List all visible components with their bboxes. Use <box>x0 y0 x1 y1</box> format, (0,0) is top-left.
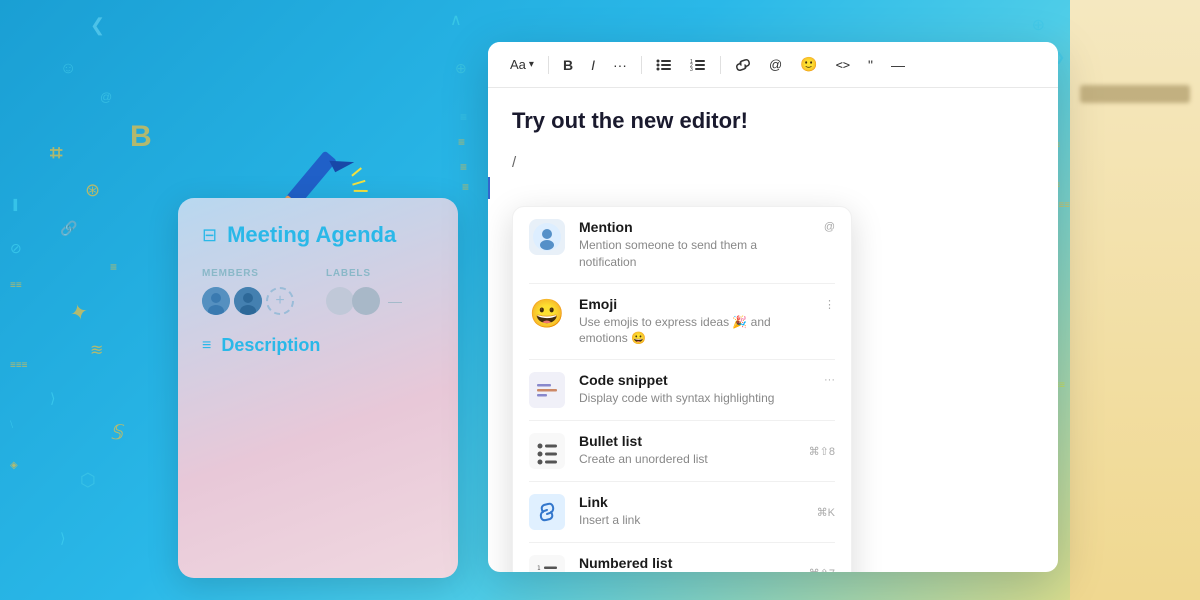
ordered-list-button[interactable]: 1 2 3 <box>684 54 712 76</box>
slash-dropdown: Mention Mention someone to send them a n… <box>512 206 852 572</box>
avatars-group: + <box>202 287 294 315</box>
at-icon: @ <box>769 57 782 72</box>
dropdown-item-code[interactable]: Code snippet Display code with syntax hi… <box>513 360 851 420</box>
code-item-text: Code snippet Display code with syntax hi… <box>579 372 810 407</box>
code-icon: <> <box>836 58 850 72</box>
meeting-header: ⊟ Meeting Agenda <box>202 222 434 248</box>
mention-title: Mention <box>579 219 810 235</box>
code-desc: Display code with syntax highlighting <box>579 390 810 407</box>
bullet-item-text: Bullet list Create an unordered list <box>579 433 795 468</box>
font-button[interactable]: Aa ▾ <box>504 53 540 76</box>
dropdown-item-mention[interactable]: Mention Mention someone to send them a n… <box>513 207 851 283</box>
mention-badge: @ <box>824 221 835 233</box>
emoji-title: Emoji <box>579 296 810 312</box>
labels-label: LABELS <box>326 268 402 279</box>
bold-button[interactable]: B <box>557 53 579 77</box>
description-icon: ≡ <box>202 337 211 355</box>
emoji-badge: ⋮ <box>824 298 835 311</box>
members-label: MEMBERS <box>202 268 294 279</box>
add-member-button[interactable]: + <box>266 287 294 315</box>
toolbar-separator-3 <box>720 56 721 74</box>
italic-button[interactable]: I <box>585 53 601 77</box>
bullet-item-icon <box>529 433 565 469</box>
bullet-shortcut: ⌘⇧8 <box>809 445 835 458</box>
label-2 <box>352 287 380 315</box>
code-item-icon <box>529 372 565 408</box>
description-row: ≡ Description <box>202 335 434 356</box>
svg-text:1: 1 <box>537 565 541 572</box>
code-badge: ··· <box>824 374 835 386</box>
dropdown-item-numbered[interactable]: 1 2 3 Numbered list Create an ordered li… <box>513 543 851 572</box>
numbered-title: Numbered list <box>579 555 795 571</box>
meeting-title: Meeting Agenda <box>227 222 396 248</box>
avatar-1 <box>202 287 230 315</box>
link-title: Link <box>579 494 803 510</box>
labels-group: — <box>326 287 402 315</box>
more-labels: — <box>388 293 402 309</box>
toolbar-separator-1 <box>548 56 549 74</box>
description-label: Description <box>221 335 320 356</box>
emoji-button[interactable]: 🙂 <box>794 52 823 77</box>
dropdown-item-link[interactable]: Link Insert a link ⌘K <box>513 482 851 542</box>
more-formatting-button[interactable]: ··· <box>607 53 633 77</box>
quote-icon: " <box>868 57 873 73</box>
members-section: MEMBERS + <box>202 268 294 315</box>
font-chevron-icon: ▾ <box>529 59 534 70</box>
font-label: Aa <box>510 57 526 72</box>
toolbar: Aa ▾ B I ··· 1 2 <box>488 42 1058 88</box>
editor-content[interactable]: Try out the new editor! / Mention Men <box>488 88 1058 195</box>
code-title: Code snippet <box>579 372 810 388</box>
mention-item-icon <box>529 219 565 255</box>
code-button[interactable]: <> <box>830 54 856 76</box>
svg-text:3: 3 <box>690 67 693 72</box>
mention-button[interactable]: @ <box>763 53 788 76</box>
emoji-item-icon: 😀 <box>529 296 565 332</box>
monitor-icon: ⊟ <box>202 225 217 246</box>
link-button[interactable] <box>729 54 757 76</box>
emoji-icon: 🙂 <box>800 56 817 73</box>
mention-item-text: Mention Mention someone to send them a n… <box>579 219 810 271</box>
label-1 <box>326 287 354 315</box>
numbered-item-icon: 1 2 3 <box>529 555 565 572</box>
bullet-desc: Create an unordered list <box>579 451 795 468</box>
unordered-list-button[interactable] <box>650 54 678 76</box>
emoji-item-text: Emoji Use emojis to express ideas 🎉 and … <box>579 296 810 348</box>
avatar-2 <box>234 287 262 315</box>
slash-command: / <box>512 150 1034 175</box>
numbered-item-text: Numbered list Create an ordered list <box>579 555 795 572</box>
blurred-text <box>1080 85 1190 103</box>
dropdown-item-emoji[interactable]: 😀 Emoji Use emojis to express ideas 🎉 an… <box>513 284 851 360</box>
labels-section: LABELS — <box>326 268 402 315</box>
link-item-icon <box>529 494 565 530</box>
meta-row: MEMBERS + <box>202 268 434 315</box>
toolbar-separator-2 <box>641 56 642 74</box>
numbered-shortcut: ⌘⇧7 <box>809 567 835 572</box>
bullet-title: Bullet list <box>579 433 795 449</box>
editor-title: Try out the new editor! <box>512 108 1034 134</box>
emoji-desc: Use emojis to express ideas 🎉 and emotio… <box>579 314 810 348</box>
dropdown-item-bullet[interactable]: Bullet list Create an unordered list ⌘⇧8 <box>513 421 851 481</box>
link-item-text: Link Insert a link <box>579 494 803 529</box>
quote-button[interactable]: " <box>862 53 879 77</box>
link-desc: Insert a link <box>579 512 803 529</box>
editor-area: Aa ▾ B I ··· 1 2 <box>488 42 1058 572</box>
cursor <box>488 177 490 199</box>
dash-icon: — <box>891 57 905 73</box>
link-shortcut: ⌘K <box>817 506 835 519</box>
mention-desc: Mention someone to send them a notificat… <box>579 237 810 271</box>
left-panel: ⊟ Meeting Agenda MEMBERS <box>178 198 458 578</box>
dash-button[interactable]: — <box>885 53 911 77</box>
